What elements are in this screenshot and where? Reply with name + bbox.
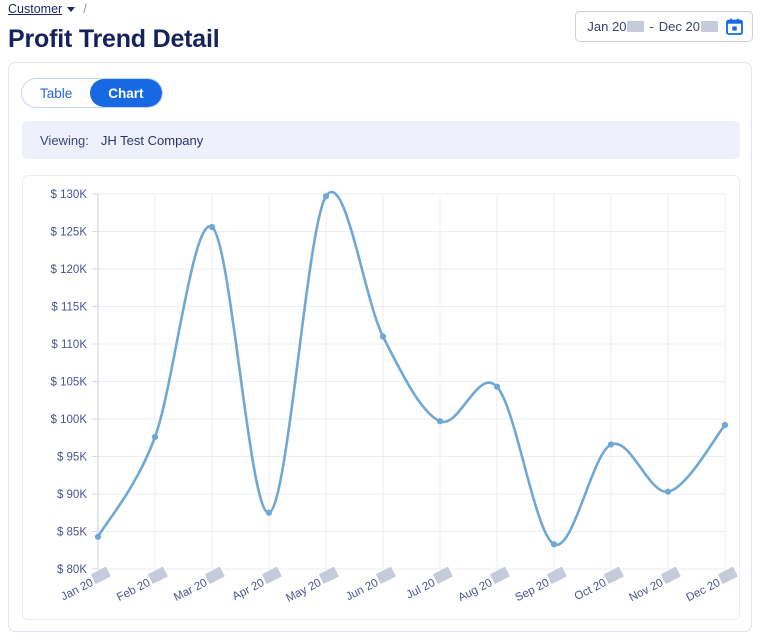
breadcrumb: Customer / (8, 2, 87, 16)
profit-line-series[interactable] (96, 191, 727, 546)
y-axis-tick-label: $ 95K (57, 452, 87, 464)
x-axis-tick-label: Feb 20 (115, 566, 168, 604)
x-axis-tick-label: Nov 20 (627, 566, 681, 604)
viewing-company-name: JH Test Company (100, 132, 204, 148)
x-axis-tick-label: Jul 20 (405, 566, 453, 602)
svg-text:Feb 20: Feb 20 (115, 577, 152, 604)
data-point-marker[interactable] (151, 433, 159, 441)
svg-text:Jun 20: Jun 20 (344, 577, 380, 603)
data-point-marker[interactable] (379, 333, 387, 340)
data-point-marker[interactable] (265, 509, 273, 516)
date-range-separator: - (649, 19, 654, 34)
y-axis-tick-label: $ 125K (51, 227, 88, 239)
calendar-icon[interactable] (726, 18, 743, 35)
x-axis-tick-label: Sep 20 (513, 566, 567, 604)
x-axis-tick-label: Mar 20 (172, 566, 225, 604)
tab-table[interactable]: Table (22, 79, 91, 107)
y-axis-tick-label: $ 110K (51, 339, 87, 351)
date-range-picker[interactable]: Jan 20 - Dec 20 (575, 11, 753, 42)
data-point-marker[interactable] (493, 383, 501, 390)
x-axis-tick-label: Apr 20 (231, 566, 282, 603)
y-axis-tick-label: $ 100K (51, 414, 88, 426)
svg-text:Sep 20: Sep 20 (513, 577, 551, 604)
content-card: Table Chart Viewing: JH Test Company $ 1… (8, 62, 752, 632)
y-axis-tick-label: $ 105K (51, 377, 88, 389)
breadcrumb-separator: / (83, 2, 87, 16)
data-point-marker[interactable] (94, 533, 102, 540)
svg-text:Aug 20: Aug 20 (456, 577, 494, 604)
y-axis-tick-label: $ 90K (57, 489, 87, 501)
date-range-text: Jan 20 - Dec 20 (587, 19, 718, 34)
chevron-down-icon[interactable] (67, 7, 76, 12)
x-axis-tick-label: Jun 20 (344, 566, 396, 603)
svg-text:May 20: May 20 (284, 577, 323, 605)
date-range-start-year-redacted (627, 21, 645, 32)
svg-text:Apr 20: Apr 20 (231, 577, 267, 603)
y-axis-tick-label: $ 115K (51, 302, 87, 314)
svg-text:Mar 20: Mar 20 (172, 577, 209, 604)
data-point-marker[interactable] (550, 541, 558, 548)
data-point-marker[interactable] (322, 193, 330, 200)
x-axis-tick-label: Dec 20 (684, 566, 738, 604)
viewing-label: Viewing: (40, 132, 89, 148)
y-axis-tick-label: $ 85K (57, 527, 87, 539)
svg-text:Oct 20: Oct 20 (573, 577, 609, 603)
data-point-marker[interactable] (208, 223, 216, 231)
date-range-end-year-redacted (701, 21, 718, 32)
tab-chart[interactable]: Chart (90, 79, 162, 107)
page-title: Profit Trend Detail (8, 25, 220, 53)
breadcrumb-link-customer[interactable]: Customer (8, 2, 62, 16)
svg-text:Dec 20: Dec 20 (684, 577, 722, 604)
data-point-marker[interactable] (436, 418, 444, 425)
x-axis-tick-label: May 20 (284, 566, 339, 605)
data-point-marker[interactable] (607, 441, 615, 448)
profit-trend-line-chart-svg[interactable]: $ 130K $ 125K $ 120K $ 115K $ 110K $ 105K $ 10… (23, 176, 741, 621)
profit-trend-chart: $ 130K $ 125K $ 120K $ 115K $ 110K $ 105K $ 10… (22, 175, 740, 620)
data-point-marker[interactable] (721, 421, 729, 429)
svg-text:Nov 20: Nov 20 (627, 577, 665, 604)
x-axis-tick-label: Oct 20 (573, 566, 624, 603)
y-axis-tick-label: $ 80K (57, 564, 87, 576)
viewing-banner: Viewing: JH Test Company (22, 121, 740, 159)
profit-trend-detail-page: Customer / Profit Trend Detail Jan 20 - … (0, 0, 760, 640)
svg-text:Jan 20: Jan 20 (59, 577, 95, 603)
date-range-start: Jan 20 (587, 19, 627, 34)
x-axis-tick-label: Aug 20 (456, 566, 510, 604)
y-axis-tick-label: $ 130K (51, 189, 88, 201)
view-mode-tabs: Table Chart (21, 78, 163, 108)
data-point-marker[interactable] (664, 488, 672, 495)
date-range-end: Dec 20 (658, 19, 700, 34)
y-axis-tick-label: $ 120K (51, 264, 88, 276)
svg-text:Jul 20: Jul 20 (405, 577, 438, 602)
